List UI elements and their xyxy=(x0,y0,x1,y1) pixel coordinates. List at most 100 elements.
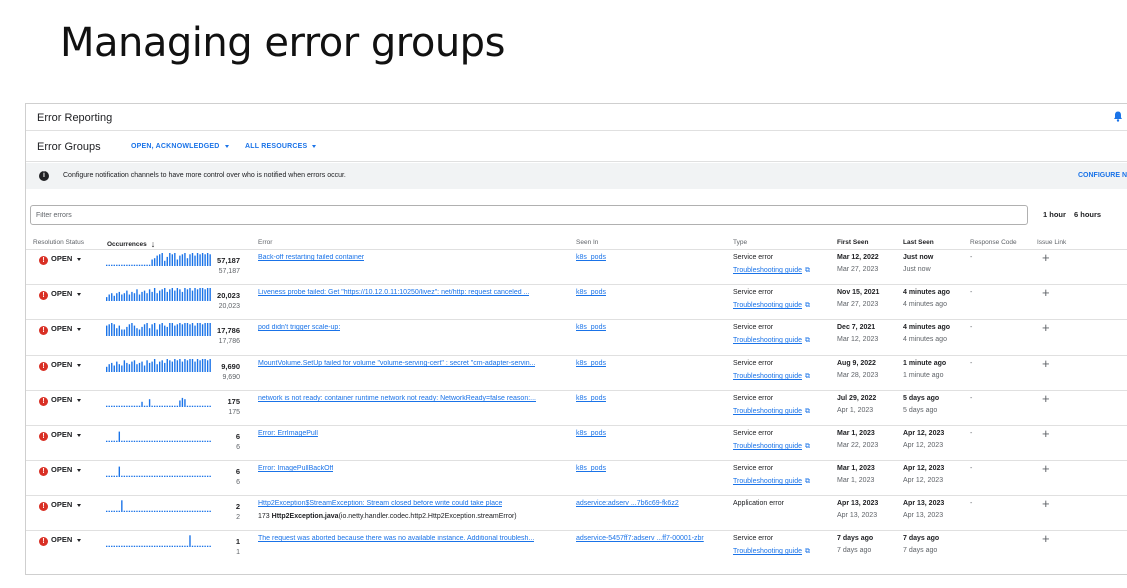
add-issue-link-icon[interactable]: + xyxy=(1042,356,1050,371)
add-issue-link-icon[interactable]: + xyxy=(1042,496,1050,511)
error-message-link[interactable]: Error: ImagePullBackOff xyxy=(258,465,333,472)
col-issue-link[interactable]: Issue Link xyxy=(1037,239,1066,246)
col-first-seen[interactable]: First Seen xyxy=(837,239,868,246)
resolution-status-dropdown[interactable]: ! OPEN xyxy=(39,254,82,265)
sparkline-bar xyxy=(128,405,131,407)
col-resolution-status[interactable]: Resolution Status xyxy=(33,239,84,246)
troubleshooting-guide-link[interactable]: Troubleshooting guide ⧉ xyxy=(733,267,810,275)
table-row[interactable]: ! OPEN 9,690 9,690 MountVolume.SetUp failed … xyxy=(26,355,1127,390)
time-range-1-hour[interactable]: 1 hour xyxy=(1043,210,1066,219)
first-seen-secondary: Mar 28, 2023 xyxy=(837,372,879,379)
troubleshooting-guide-link[interactable]: Troubleshooting guide ⧉ xyxy=(733,302,810,310)
add-issue-link-icon[interactable]: + xyxy=(1042,531,1050,546)
status-filter-dropdown[interactable]: OPEN, ACKNOWLEDGED xyxy=(131,143,229,150)
error-message-link[interactable]: Http2Exception$StreamException: Stream c… xyxy=(258,500,502,507)
resolution-status-dropdown[interactable]: ! OPEN xyxy=(39,535,82,546)
configure-notifications-link[interactable]: CONFIGURE N xyxy=(1078,172,1127,179)
resolution-status-dropdown[interactable]: ! OPEN xyxy=(39,324,82,335)
resolution-status-dropdown[interactable]: ! OPEN xyxy=(39,289,82,300)
sparkline-bar xyxy=(126,510,128,512)
sparkline-bar xyxy=(181,324,184,336)
troubleshooting-guide-link[interactable]: Troubleshooting guide ⧉ xyxy=(733,373,810,381)
resolution-status-dropdown[interactable]: ! OPEN xyxy=(39,465,82,476)
resolution-status-dropdown[interactable]: ! OPEN xyxy=(39,430,82,441)
error-type: Service error xyxy=(733,395,774,402)
col-last-seen[interactable]: Last Seen xyxy=(903,239,934,246)
col-error[interactable]: Error xyxy=(258,239,272,246)
table-row[interactable]: ! OPEN 6 6 Error: ImagePullBackOff k8s_pods Se… xyxy=(26,460,1127,495)
troubleshooting-guide-link[interactable]: Troubleshooting guide ⧉ xyxy=(733,408,810,416)
col-type[interactable]: Type xyxy=(733,239,747,246)
external-link-icon: ⧉ xyxy=(805,478,811,485)
sparkline-bar xyxy=(176,510,179,512)
col-occurrences[interactable]: Occurrences ↓ xyxy=(107,239,155,249)
sparkline-bar xyxy=(156,440,158,442)
col-response-code[interactable]: Response Code xyxy=(970,239,1017,246)
sparkline-bar xyxy=(106,475,108,477)
sparkline-bar xyxy=(159,290,161,301)
troubleshooting-guide-link[interactable]: Troubleshooting guide ⧉ xyxy=(733,548,810,556)
add-issue-link-icon[interactable]: + xyxy=(1042,320,1050,335)
seen-in-link[interactable]: k8s_pods xyxy=(576,395,606,402)
seen-in-link[interactable]: k8s_pods xyxy=(576,324,606,331)
table-row[interactable]: ! OPEN 175 175 network is not ready: contain… xyxy=(26,390,1127,425)
time-range-6-hours[interactable]: 6 hours xyxy=(1074,210,1101,219)
seen-in-link[interactable]: adservice-5457ff7:adserv ...ff7-00001-zb… xyxy=(576,535,704,542)
occurrences-sparkline xyxy=(106,323,211,336)
seen-in-link[interactable]: k8s_pods xyxy=(576,254,606,261)
seen-in-link[interactable]: k8s_pods xyxy=(576,360,606,367)
error-type: Service error xyxy=(733,254,774,261)
resource-filter-dropdown[interactable]: ALL RESOURCES xyxy=(245,143,317,150)
sort-descending-icon[interactable]: ↓ xyxy=(151,239,156,249)
sparkline-bar xyxy=(174,359,176,372)
table-row[interactable]: ! OPEN 57,187 57,187 Back-off restarting fai… xyxy=(26,249,1127,284)
add-issue-link-icon[interactable]: + xyxy=(1042,461,1050,476)
troubleshooting-guide-link[interactable]: Troubleshooting guide ⧉ xyxy=(733,337,810,345)
sparkline-bar xyxy=(206,323,209,336)
add-issue-link-icon[interactable]: + xyxy=(1042,285,1050,300)
col-seen-in[interactable]: Seen In xyxy=(576,239,598,246)
notification-bell-icon[interactable] xyxy=(1113,111,1123,122)
error-message-link[interactable]: Error: ErrImagePull xyxy=(258,430,318,437)
troubleshooting-guide-link[interactable]: Troubleshooting guide ⧉ xyxy=(733,478,810,486)
stack-line-number: 173 xyxy=(258,513,270,520)
table-row[interactable]: ! OPEN 2 2 Http2Exception$StreamException: S… xyxy=(26,495,1127,530)
troubleshooting-guide-label: Troubleshooting guide xyxy=(733,337,803,344)
filter-errors-box[interactable] xyxy=(30,205,1028,225)
table-row[interactable]: ! OPEN 20,023 20,023 Liveness probe failed: … xyxy=(26,284,1127,319)
sparkline-bar xyxy=(171,440,174,442)
resolution-status-dropdown[interactable]: ! OPEN xyxy=(39,360,82,371)
sparkline-bar xyxy=(121,329,123,336)
occurrence-count-total: 17,786 xyxy=(218,338,240,345)
add-issue-link-icon[interactable]: + xyxy=(1042,426,1050,441)
sparkline-bar xyxy=(156,364,158,372)
sparkline-bar xyxy=(189,324,191,336)
resolution-status-dropdown[interactable]: ! OPEN xyxy=(39,395,82,406)
table-row[interactable]: ! OPEN 1 1 The request was aborted because t… xyxy=(26,530,1127,565)
sparkline-bar xyxy=(199,510,201,512)
sparkline-bar xyxy=(116,440,118,442)
sparkline-bar xyxy=(126,326,128,336)
sparkline-bar xyxy=(194,440,196,442)
add-issue-link-icon[interactable]: + xyxy=(1042,391,1050,406)
add-issue-link-icon[interactable]: + xyxy=(1042,250,1050,265)
sparkline-bar xyxy=(126,264,128,266)
sparkline-bar xyxy=(143,365,146,372)
sparkline-bar xyxy=(199,288,201,301)
error-message-link[interactable]: Back-off restarting failed container xyxy=(258,254,364,261)
seen-in-link[interactable]: k8s_pods xyxy=(576,465,606,472)
error-message-link[interactable]: Liveness probe failed: Get "https://10.1… xyxy=(258,289,529,296)
seen-in-link[interactable]: k8s_pods xyxy=(576,289,606,296)
seen-in-link[interactable]: k8s_pods xyxy=(576,430,606,437)
error-message-link[interactable]: pod didn't trigger scale-up: xyxy=(258,324,340,331)
table-row[interactable]: ! OPEN 17,786 17,786 pod didn't trigger scal… xyxy=(26,319,1127,354)
table-row[interactable]: ! OPEN 6 6 Error: ErrImagePull k8s_pods Servic… xyxy=(26,425,1127,460)
filter-errors-input[interactable] xyxy=(31,206,1027,224)
error-type: Service error xyxy=(733,360,774,367)
error-message-link[interactable]: The request was aborted because there wa… xyxy=(258,535,534,542)
troubleshooting-guide-link[interactable]: Troubleshooting guide ⧉ xyxy=(733,443,810,451)
error-message-link[interactable]: MountVolume.SetUp failed for volume "vol… xyxy=(258,360,535,367)
resolution-status-dropdown[interactable]: ! OPEN xyxy=(39,500,82,511)
seen-in-link[interactable]: adservice:adserv ...7b6c69-fk6z2 xyxy=(576,500,679,507)
error-message-link[interactable]: network is not ready: container runtime … xyxy=(258,395,536,402)
